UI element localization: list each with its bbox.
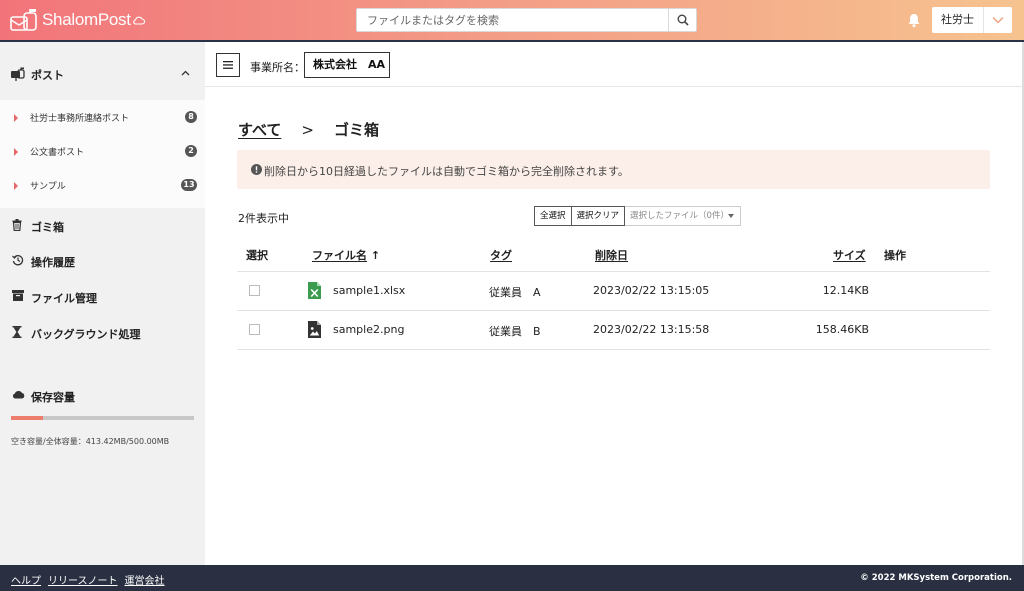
main-content: すべて > ゴミ箱 削除日から10日経過したファイルは自動でゴミ箱から完全削除さ… [205,88,1022,565]
breadcrumb-separator: > [301,121,314,139]
menu-toggle-button[interactable] [216,53,240,77]
table-row: sample1.xlsx 従業員 A 2023/02/22 13:15:05 1… [237,272,990,310]
post-item-label: サンプル [30,182,66,192]
selected-files-label: 選択したファイル（0件） [630,211,729,221]
storage-text: 空き容量/全体容量：413.42MB/500.00MB [11,437,170,446]
file-tag: 従業員 B [489,325,541,338]
footer-link-company[interactable]: 運営会社 [125,572,165,587]
storage-label: 保存容量 [31,391,75,404]
storage-progress-fill [11,416,43,420]
file-deleted-date: 2023/02/22 13:15:58 [593,323,710,336]
select-all-button[interactable]: 全選択 [534,206,572,226]
file-deleted-date: 2023/02/22 13:15:05 [593,284,710,297]
mailbox-icon [11,67,25,81]
selection-controls: 全選択 選択クリア 選択したファイル（0件） [534,206,742,226]
caret-right-icon [14,182,18,190]
count-badge: 8 [185,111,197,123]
breadcrumb-root-link[interactable]: すべて [238,119,281,140]
image-file-icon[interactable] [308,321,321,338]
post-item-label: 社労士事務所連絡ポスト [30,114,130,124]
sidebar-item-label: バックグラウンド処理 [31,328,141,341]
notification-bell-icon[interactable] [906,12,922,28]
caret-right-icon [14,114,18,122]
archive-icon [12,290,24,301]
toolbar: 事業所名： 株式会社 AA [205,42,1022,87]
footer-links: ヘルプ リリースノート 運営会社 [11,572,165,587]
sidebar-item-label: 操作履歴 [31,256,75,269]
office-label: 事業所名： [250,61,305,74]
search-input[interactable] [357,9,670,31]
chevron-down-icon[interactable] [984,7,1012,33]
file-name-link[interactable]: sample1.xlsx [333,284,405,297]
sidebar-item-label: ゴミ箱 [31,221,64,234]
filename-header-label: ファイル名 [312,249,367,262]
search-icon [677,14,689,26]
sidebar-post-item[interactable]: サンプル 13 [0,176,205,196]
selected-files-dropdown[interactable]: 選択したファイル（0件） [625,206,742,226]
sidebar: ポスト 社労士事務所連絡ポスト 8 公文書ポスト 2 サンプル 13 ゴミ箱 操… [0,42,205,565]
app-header: ShalomPost 社労士 [0,0,1024,40]
history-icon [12,254,24,266]
cloud-icon [13,391,25,399]
file-size: 158.46KB [815,323,869,336]
count-badge: 2 [185,145,197,157]
sidebar-item-background-jobs[interactable]: バックグラウンド処理 [0,322,205,344]
column-header-size[interactable]: サイズ [833,247,866,263]
user-menu[interactable]: 社労士 [932,7,1012,33]
copyright: © 2022 MKSystem Corporation. [860,573,1012,583]
sidebar-post-header[interactable]: ポスト [0,62,205,88]
column-header-actions: 操作 [884,249,906,262]
breadcrumb-current: ゴミ箱 [333,121,379,139]
sidebar-post-item[interactable]: 社労士事務所連絡ポスト 8 [0,108,205,128]
table-divider [237,349,990,350]
info-icon [251,164,262,175]
trash-icon [12,219,22,231]
hourglass-icon [12,326,22,338]
hamburger-icon [223,61,233,69]
sidebar-post-list: 社労士事務所連絡ポスト 8 公文書ポスト 2 サンプル 13 [0,100,205,208]
logo-text: ShalomPost [42,10,131,29]
excel-file-icon[interactable] [308,282,321,299]
file-tag: 従業員 A [489,286,541,299]
footer-link-release-notes[interactable]: リリースノート [48,572,118,587]
file-size: 12.14KB [822,284,869,297]
sidebar-post-item[interactable]: 公文書ポスト 2 [0,142,205,162]
column-header-tag[interactable]: タグ [490,247,512,263]
logo[interactable]: ShalomPost [10,7,145,33]
search-box [356,8,697,32]
sidebar-item-history[interactable]: 操作履歴 [0,250,205,272]
office-selector[interactable]: 株式会社 AA [304,52,390,78]
sort-ascending-icon: ↑ [370,249,381,262]
column-header-deleted-date[interactable]: 削除日 [595,247,628,263]
footer: ヘルプ リリースノート 運営会社 © 2022 MKSystem Corpora… [0,565,1024,591]
cloud-logo-icon [132,16,145,25]
storage-progress-bar [11,416,194,420]
notice-banner: 削除日から10日経過したファイルは自動でゴミ箱から完全削除されます。 [237,150,990,189]
caret-down-icon [728,214,735,218]
search-button[interactable] [668,9,696,31]
table-row: sample2.png 従業員 B 2023/02/22 13:15:58 15… [237,311,990,349]
sidebar-item-trash[interactable]: ゴミ箱 [0,215,205,237]
chevron-up-icon[interactable] [181,70,190,76]
column-header-select: 選択 [246,249,268,262]
result-count: 2件表示中 [238,212,289,225]
sidebar-post-label: ポスト [31,69,64,82]
sidebar-storage-header: 保存容量 [0,385,205,407]
row-checkbox[interactable] [249,285,260,296]
caret-right-icon [14,148,18,156]
count-badge: 13 [181,179,197,191]
mailbox-logo-icon [10,9,37,31]
clear-selection-button[interactable]: 選択クリア [571,206,626,226]
column-header-filename[interactable]: ファイル名 ↑ [312,247,380,263]
user-name: 社労士 [932,7,984,33]
row-checkbox[interactable] [249,324,260,335]
breadcrumb: すべて > ゴミ箱 [238,119,379,140]
sidebar-item-file-management[interactable]: ファイル管理 [0,286,205,308]
notice-text: 削除日から10日経過したファイルは自動でゴミ箱から完全削除されます。 [264,165,629,178]
footer-link-help[interactable]: ヘルプ [11,572,41,587]
sidebar-item-label: ファイル管理 [31,292,97,305]
post-item-label: 公文書ポスト [30,148,85,158]
file-name-link[interactable]: sample2.png [333,323,404,336]
